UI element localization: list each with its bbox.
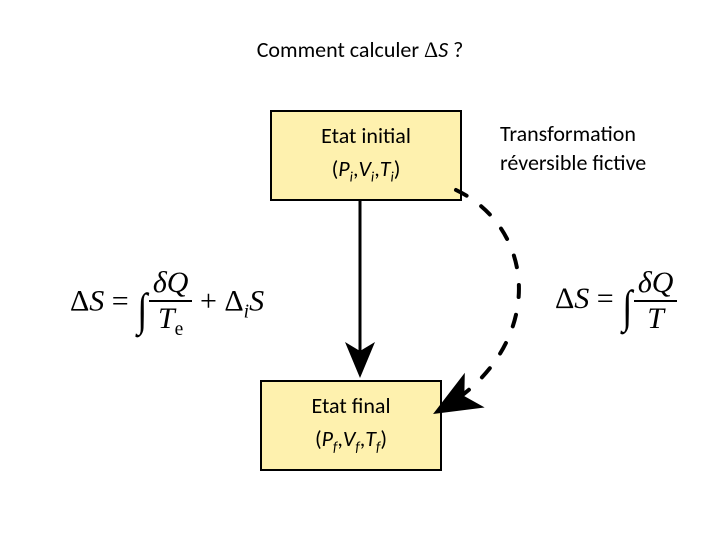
equation-right: ΔS = ∫ δQ T	[555, 268, 677, 334]
title-q: ?	[448, 36, 463, 63]
initial-vars: (Pi,Vi,Ti)	[276, 155, 456, 185]
final-label: Etat final	[266, 392, 436, 419]
curved-dashed-arrow	[440, 190, 519, 410]
initial-label: Etat initial	[276, 122, 456, 149]
transformation-label: Transformation réversible fictive	[500, 120, 646, 177]
title-var: S	[438, 36, 448, 63]
initial-state-box: Etat initial (Pi,Vi,Ti)	[270, 110, 462, 201]
final-state-box: Etat final (Pf,Vf,Tf)	[260, 380, 442, 471]
title-text: Comment calculer	[257, 36, 424, 63]
page-title: Comment calculer ΔS ?	[0, 36, 720, 63]
delta-symbol: Δ	[424, 37, 438, 62]
final-vars: (Pf,Vf,Tf)	[266, 425, 436, 455]
equation-left: ΔS = ∫ δQ Te + ΔiS	[70, 268, 264, 340]
